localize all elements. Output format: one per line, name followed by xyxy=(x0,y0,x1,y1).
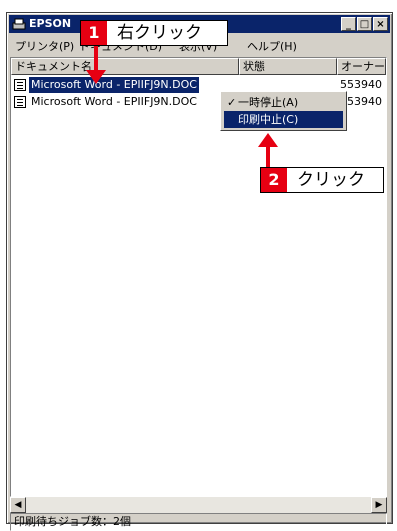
step-2-arrowhead-icon xyxy=(258,133,278,147)
document-icon xyxy=(14,96,26,108)
horizontal-scrollbar[interactable]: ◀ ▶ xyxy=(10,497,387,513)
job-document-name: Microsoft Word - EPIIFJ9N.DOC xyxy=(29,77,199,93)
job-document-name: Microsoft Word - EPIIFJ9N.DOC xyxy=(31,95,197,108)
context-menu-cancel-label: 印刷中止(C) xyxy=(238,113,299,126)
document-icon xyxy=(14,79,26,91)
minimize-button[interactable]: _ xyxy=(341,17,356,31)
step-2-arrow xyxy=(266,146,270,167)
column-header-owner[interactable]: オーナー xyxy=(337,58,386,75)
window-title: EPSON xyxy=(29,17,72,30)
context-menu: ✓ 一時停止(A) 印刷中止(C) xyxy=(220,91,347,131)
context-menu-pause[interactable]: ✓ 一時停止(A) xyxy=(224,94,343,111)
step-1-arrowhead-icon xyxy=(86,70,106,84)
menu-help[interactable]: ヘルプ(H) xyxy=(247,38,297,54)
context-menu-cancel-print[interactable]: 印刷中止(C) xyxy=(224,111,343,128)
column-header-document[interactable]: ドキュメント名 xyxy=(11,58,239,75)
menu-printer[interactable]: プリンタ(P) xyxy=(15,38,74,54)
column-header-status[interactable]: 状態 xyxy=(239,58,337,75)
step-1-arrow xyxy=(94,46,98,72)
close-button[interactable]: × xyxy=(373,17,388,31)
step-number-2: 2 xyxy=(261,168,287,192)
print-queue-window: EPSON _ □ × プリンタ(P) ドキュメント(D) 表示(V) ヘルプ(… xyxy=(6,12,393,531)
check-icon: ✓ xyxy=(227,96,237,109)
step-2-callout: 2 クリック xyxy=(260,167,384,193)
step-number-1: 1 xyxy=(81,21,107,45)
step-2-instruction: クリック xyxy=(297,170,365,190)
scroll-left-button[interactable]: ◀ xyxy=(10,497,26,513)
printer-icon xyxy=(12,18,26,30)
context-menu-pause-label: 一時停止(A) xyxy=(238,96,299,109)
list-header: ドキュメント名 状態 オーナー xyxy=(11,58,386,75)
status-bar: 印刷待ちジョブ数：2個 xyxy=(10,513,387,531)
maximize-button[interactable]: □ xyxy=(357,17,372,31)
step-1-callout: 1 右クリック xyxy=(80,20,228,46)
scroll-right-button[interactable]: ▶ xyxy=(371,497,387,513)
step-1-instruction: 右クリック xyxy=(117,23,202,43)
